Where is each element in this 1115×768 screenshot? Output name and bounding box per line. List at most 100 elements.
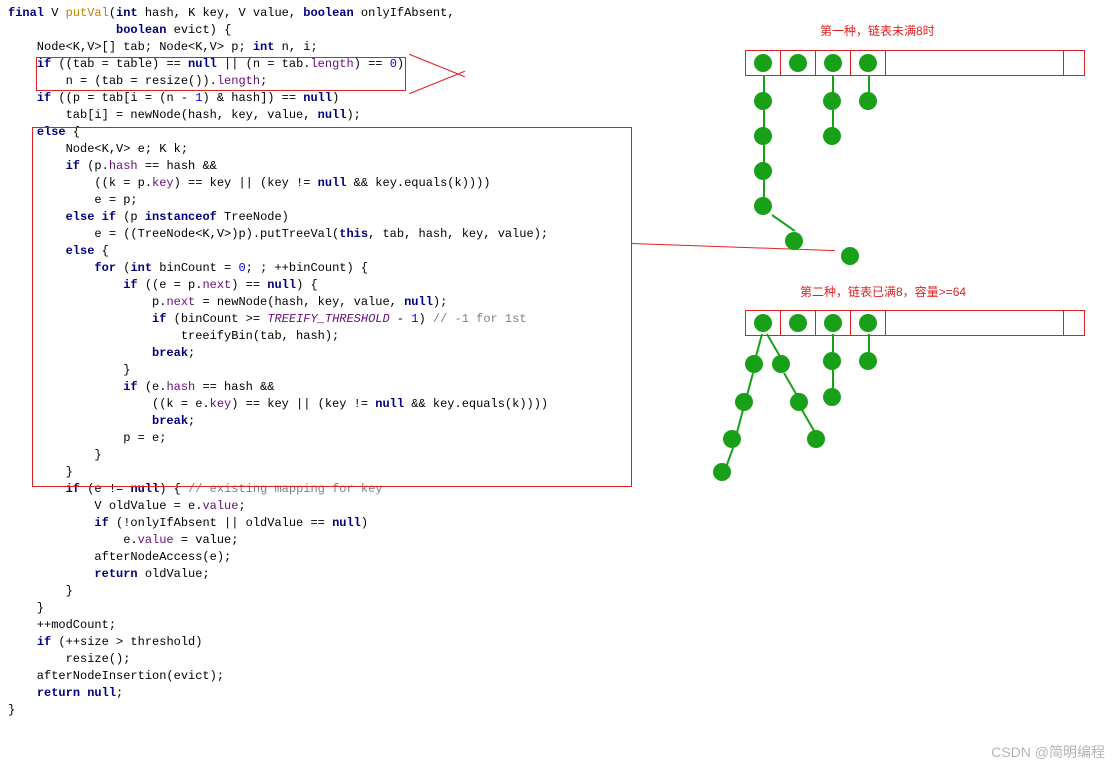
code-line: break; — [8, 413, 648, 430]
hash-node-icon — [823, 352, 841, 370]
code-line: boolean evict) { — [8, 22, 648, 39]
code-line: final V putVal(int hash, K key, V value,… — [8, 5, 648, 22]
hash-node-icon — [859, 92, 877, 110]
hash-node-icon — [859, 54, 877, 72]
hash-node-icon — [789, 54, 807, 72]
code-line: if (p.hash == hash && — [8, 158, 648, 175]
tree-edge — [771, 214, 795, 232]
hash-node-icon — [785, 232, 803, 250]
code-line: ((k = p.key) == key || (key != null && k… — [8, 175, 648, 192]
tree-edge — [868, 75, 870, 93]
code-block: final V putVal(int hash, K key, V value,… — [8, 5, 648, 719]
bucket-cell — [886, 51, 1064, 75]
code-line: if ((p = tab[i = (n - 1) & hash]) == nul… — [8, 90, 648, 107]
code-line: afterNodeAccess(e); — [8, 549, 648, 566]
hash-node-icon — [841, 247, 859, 265]
code-line: ((k = e.key) == key || (key != null && k… — [8, 396, 648, 413]
hash-node-icon — [789, 314, 807, 332]
code-line: return oldValue; — [8, 566, 648, 583]
bucket-cell — [781, 51, 816, 75]
bucket-cell — [886, 311, 1064, 335]
code-line: if (!onlyIfAbsent || oldValue == null) — [8, 515, 648, 532]
code-line: afterNodeInsertion(evict); — [8, 668, 648, 685]
tree-edge — [832, 370, 834, 388]
code-line: } — [8, 464, 648, 481]
watermark: CSDN @简明编程 — [991, 742, 1105, 762]
code-line: e = p; — [8, 192, 648, 209]
code-line: return null; — [8, 685, 648, 702]
hash-node-icon — [735, 393, 753, 411]
code-line: } — [8, 362, 648, 379]
code-line: ++modCount; — [8, 617, 648, 634]
tree-edge — [783, 373, 797, 396]
code-line: if ((tab = table) == null || (n = tab.le… — [8, 56, 648, 73]
hash-node-icon — [754, 162, 772, 180]
bucket-cell — [1064, 51, 1084, 75]
hash-node-icon — [754, 127, 772, 145]
tree-edge — [763, 180, 765, 198]
hash-node-icon — [807, 430, 825, 448]
code-line: else { — [8, 124, 648, 141]
hash-node-icon — [754, 54, 772, 72]
diagram-label-1: 第一种，链表未满8时 — [820, 22, 935, 39]
hash-node-icon — [754, 92, 772, 110]
code-line: p = e; — [8, 430, 648, 447]
hash-node-icon — [754, 197, 772, 215]
bucket-cell — [746, 51, 781, 75]
bucket-cell — [781, 311, 816, 335]
code-line: Node<K,V>[] tab; Node<K,V> p; int n, i; — [8, 39, 648, 56]
code-line: else { — [8, 243, 648, 260]
bucket-array-1 — [745, 50, 1085, 76]
code-line: break; — [8, 345, 648, 362]
hash-node-icon — [713, 463, 731, 481]
code-line: tab[i] = newNode(hash, key, value, null)… — [8, 107, 648, 124]
code-line: if ((e = p.next) == null) { — [8, 277, 648, 294]
hash-node-icon — [823, 388, 841, 406]
tree-edge — [763, 145, 765, 163]
tree-edge — [832, 75, 834, 93]
code-line: if (binCount >= TREEIFY_THRESHOLD - 1) /… — [8, 311, 648, 328]
bucket-cell — [816, 311, 851, 335]
tree-edge — [801, 410, 815, 433]
code-line: V oldValue = e.value; — [8, 498, 648, 515]
code-line: } — [8, 600, 648, 617]
code-line: e = ((TreeNode<K,V>)p).putTreeVal(this, … — [8, 226, 648, 243]
tree-edge — [766, 334, 780, 357]
code-line: Node<K,V> e; K k; — [8, 141, 648, 158]
bucket-array-2 — [745, 310, 1085, 336]
hash-node-icon — [745, 355, 763, 373]
hash-node-icon — [754, 314, 772, 332]
code-line: for (int binCount = 0; ; ++binCount) { — [8, 260, 648, 277]
code-line: else if (p instanceof TreeNode) — [8, 209, 648, 226]
bucket-cell — [851, 51, 886, 75]
tree-edge — [832, 110, 834, 128]
code-line: } — [8, 583, 648, 600]
code-line: n = (tab = resize()).length; — [8, 73, 648, 90]
hash-node-icon — [723, 430, 741, 448]
code-line: if (++size > threshold) — [8, 634, 648, 651]
annotation-connector — [632, 243, 835, 251]
tree-edge — [832, 334, 834, 352]
code-line: e.value = value; — [8, 532, 648, 549]
code-line: resize(); — [8, 651, 648, 668]
hash-node-icon — [859, 352, 877, 370]
hash-node-icon — [790, 393, 808, 411]
diagram-label-2: 第二种，链表已满8，容量>=64 — [800, 283, 966, 300]
hash-node-icon — [824, 314, 842, 332]
code-line: if (e.hash == hash && — [8, 379, 648, 396]
bucket-cell — [746, 311, 781, 335]
code-line: p.next = newNode(hash, key, value, null)… — [8, 294, 648, 311]
bucket-cell — [1064, 311, 1084, 335]
code-line: } — [8, 447, 648, 464]
tree-edge — [763, 110, 765, 128]
hash-node-icon — [823, 92, 841, 110]
tree-edge — [868, 334, 870, 352]
code-line: if (e != null) { // existing mapping for… — [8, 481, 648, 498]
code-line: } — [8, 702, 648, 719]
bucket-cell — [851, 311, 886, 335]
tree-edge — [763, 75, 765, 93]
hash-node-icon — [859, 314, 877, 332]
hash-node-icon — [772, 355, 790, 373]
hash-node-icon — [823, 127, 841, 145]
bucket-cell — [816, 51, 851, 75]
